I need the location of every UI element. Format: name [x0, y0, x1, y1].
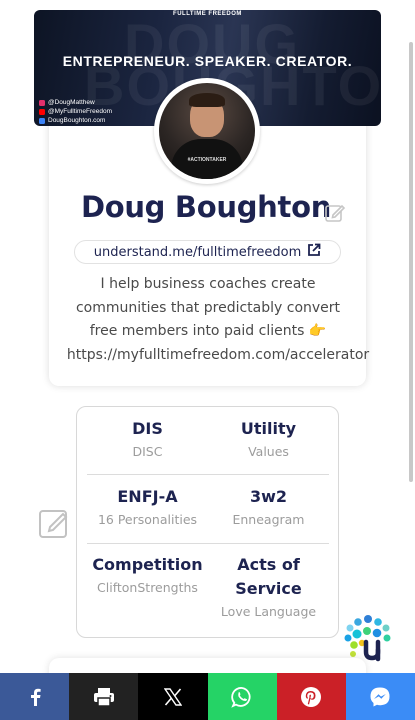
- bio-line: I help business coaches create: [100, 276, 316, 292]
- profile-link[interactable]: understand.me/fulltimefreedom: [74, 240, 341, 264]
- print-button[interactable]: [69, 673, 139, 720]
- trait-love-language[interactable]: Acts of Service Love Language: [208, 553, 329, 623]
- banner-socials: @DougMatthew @MyFulltimeFreedom DougBoug…: [39, 98, 112, 125]
- x-icon: [163, 687, 182, 706]
- bio-line: free members into paid clients 👉: [89, 323, 327, 339]
- external-link-icon: [307, 243, 321, 261]
- trait-values[interactable]: Utility Values: [208, 417, 329, 463]
- trait-label: CliftonStrengths: [97, 580, 198, 595]
- trait-label: Values: [248, 444, 289, 459]
- profile-page: DOUG BOUGHTON FULLTIME FREEDOM ENTREPREN…: [0, 0, 415, 720]
- profile-bio: I help business coaches create communiti…: [52, 273, 369, 367]
- share-bar: [0, 673, 415, 720]
- trait-value: Acts of Service: [235, 555, 302, 598]
- trait-disc[interactable]: DIS DISC: [87, 417, 208, 463]
- trait-enneagram[interactable]: 3w2 Enneagram: [208, 485, 329, 531]
- instagram-icon: [39, 99, 45, 106]
- banner-brand: FULLTIME FREEDOM: [173, 11, 242, 17]
- messenger-icon: [370, 687, 390, 706]
- trait-value: DIS: [132, 419, 163, 438]
- avatar-photo: #ACTIONTAKER: [159, 83, 255, 179]
- trait-label: Enneagram: [232, 512, 305, 527]
- avatar-shirt-text: #ACTIONTAKER: [187, 157, 227, 163]
- trait-label: Love Language: [220, 604, 317, 619]
- share-pinterest-button[interactable]: [276, 673, 346, 720]
- whatsapp-icon: [231, 686, 251, 708]
- social-row: DougBoughton.com: [39, 116, 112, 125]
- avatar: #ACTIONTAKER: [154, 78, 260, 184]
- divider: [87, 543, 329, 544]
- social-handle: @MyFulltimeFreedom: [48, 108, 113, 115]
- trait-value: Competition: [92, 555, 203, 574]
- printer-icon: [93, 687, 114, 707]
- understand-me-logo[interactable]: [342, 614, 394, 662]
- profile-name: Doug Boughton: [80, 190, 332, 224]
- trait-label: DISC: [132, 444, 163, 459]
- personality-traits-card: DIS DISC Utility Values ENFJ-A 16 Person…: [76, 406, 339, 638]
- trait-row: Competition CliftonStrengths Acts of Ser…: [87, 553, 329, 623]
- trait-value: ENFJ-A: [117, 487, 178, 506]
- bio-url[interactable]: https://myfulltimefreedom.com/accelerato…: [48, 344, 388, 368]
- pinterest-icon: [301, 686, 322, 707]
- divider: [87, 474, 329, 475]
- social-row: @DougMatthew: [39, 98, 112, 107]
- trait-value: Utility: [240, 419, 297, 438]
- trait-row: ENFJ-A 16 Personalities 3w2 Enneagram: [87, 485, 329, 531]
- avatar-hair: [189, 93, 225, 107]
- facebook-icon: [30, 688, 41, 706]
- social-row: @MyFulltimeFreedom: [39, 107, 112, 116]
- bio-line: communities that predictably convert: [75, 299, 341, 316]
- edit-icon[interactable]: [37, 506, 71, 540]
- trait-label: 16 Personalities: [97, 512, 198, 527]
- share-facebook-button[interactable]: [0, 673, 70, 720]
- share-messenger-button[interactable]: [345, 673, 415, 720]
- trait-value: 3w2: [249, 487, 288, 506]
- edit-icon[interactable]: [323, 201, 347, 225]
- trait-16-personalities[interactable]: ENFJ-A 16 Personalities: [87, 485, 208, 531]
- share-x-button[interactable]: [138, 673, 208, 720]
- social-handle: @DougMatthew: [48, 99, 95, 106]
- web-icon: [39, 117, 45, 124]
- share-whatsapp-button[interactable]: [207, 673, 277, 720]
- profile-link-text: understand.me/fulltimefreedom: [93, 244, 302, 260]
- scrollbar[interactable]: [407, 0, 415, 720]
- trait-row: DIS DISC Utility Values: [87, 417, 329, 463]
- youtube-icon: [39, 108, 45, 115]
- scrollbar-thumb[interactable]: [409, 42, 413, 482]
- social-handle: DougBoughton.com: [48, 117, 106, 124]
- banner-tagline: ENTREPRENEUR. SPEAKER. CREATOR.: [62, 53, 353, 69]
- trait-cliftonstrengths[interactable]: Competition CliftonStrengths: [87, 553, 208, 623]
